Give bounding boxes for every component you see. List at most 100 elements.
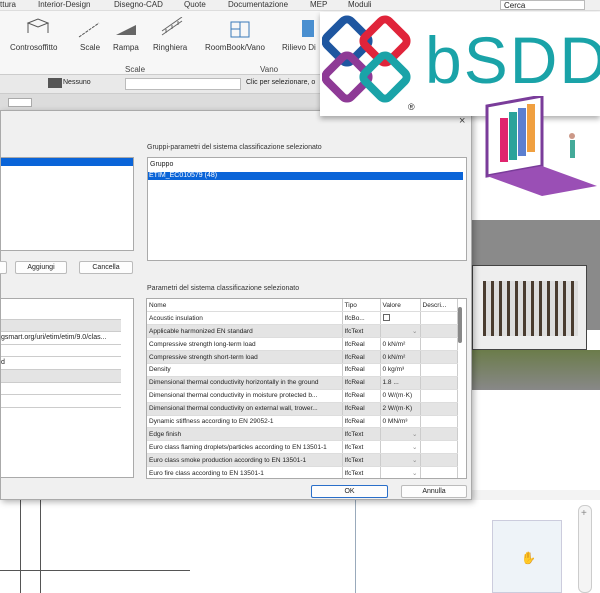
chevron-down-icon[interactable]: ⌄ (412, 456, 417, 464)
property-row[interactable]: d (1, 357, 121, 370)
param-description[interactable] (420, 311, 458, 326)
param-value[interactable]: 1.8 ... (380, 376, 421, 390)
param-value[interactable]: 0 kN/m² (380, 337, 421, 352)
add-button[interactable]: Aggiungi (15, 261, 67, 274)
menu-mep[interactable]: MEP (310, 0, 327, 9)
table-row[interactable]: Euro class flaming droplets/particles ac… (147, 440, 458, 455)
zoom-in-icon[interactable]: + (581, 508, 587, 519)
param-name[interactable]: Dynamic stiffness according to EN 29052-… (147, 415, 343, 429)
param-description[interactable] (420, 440, 458, 455)
param-type[interactable]: IfcText (342, 453, 381, 468)
classification-list[interactable] (0, 157, 134, 251)
param-type[interactable]: IfcReal (342, 376, 381, 390)
close-icon[interactable]: × (459, 115, 465, 127)
command-input[interactable] (125, 78, 241, 90)
chevron-down-icon[interactable]: ⌄ (412, 327, 417, 335)
ok-button[interactable]: OK (311, 485, 388, 498)
param-type[interactable]: IfcReal (342, 415, 381, 429)
chevron-down-icon[interactable]: ⌄ (412, 430, 417, 438)
table-row[interactable]: Dynamic stiffness according to EN 29052-… (147, 415, 458, 429)
scale-button[interactable]: Scale (80, 43, 100, 52)
groups-list[interactable]: Gruppo ETIM_EC010579 (48) (147, 157, 467, 261)
cad-plan-view[interactable]: ✋ + (0, 500, 600, 593)
partial-button[interactable] (0, 261, 7, 274)
selected-classification-row[interactable] (1, 158, 133, 166)
navigation-widget[interactable]: ✋ (492, 520, 562, 593)
param-name[interactable]: Compressive strength long-term load (147, 337, 343, 352)
layer-select[interactable]: Nessuno (63, 79, 91, 86)
param-name[interactable]: Edge finish (147, 427, 343, 442)
property-row[interactable] (1, 345, 121, 358)
param-type[interactable]: IfcBo... (342, 311, 381, 326)
pan-hand-icon[interactable]: ✋ (521, 551, 536, 565)
column-nome[interactable]: Nome (147, 299, 343, 313)
param-type[interactable]: IfcText (342, 324, 381, 339)
param-value[interactable]: 2 W/(m·K) (380, 402, 421, 416)
chevron-down-icon[interactable]: ⌄ (412, 469, 417, 477)
controsoffitto-button[interactable]: Controsoffitto (10, 43, 57, 52)
param-description[interactable] (420, 363, 458, 377)
table-row[interactable]: Compressive strength long-term load IfcRe… (147, 337, 458, 352)
param-type[interactable]: IfcReal (342, 363, 381, 377)
param-value[interactable]: ⌄ (380, 440, 421, 455)
param-name[interactable]: Euro class smoke production according to… (147, 453, 343, 468)
param-name[interactable]: Density (147, 363, 343, 377)
param-value[interactable] (380, 311, 421, 326)
property-row[interactable] (1, 395, 121, 408)
column-valore[interactable]: Valore (380, 299, 421, 313)
table-row[interactable]: Euro fire class according to EN 13501-1 I… (147, 466, 458, 478)
param-value[interactable]: 0 kN/m² (380, 350, 421, 364)
param-type[interactable]: IfcText (342, 440, 381, 455)
param-description[interactable] (420, 402, 458, 416)
param-value[interactable]: ⌄ (380, 324, 421, 339)
property-row[interactable] (1, 369, 121, 383)
table-row[interactable]: Edge finish IfcText ⌄ (147, 427, 458, 442)
param-description[interactable] (420, 415, 458, 429)
param-name[interactable]: Applicable harmonized EN standard (147, 324, 343, 339)
param-name[interactable]: Acoustic insulation (147, 311, 343, 326)
param-type[interactable]: IfcText (342, 466, 381, 478)
menu-interior-design[interactable]: Interior-Design (38, 0, 90, 9)
param-value[interactable]: ⌄ (380, 427, 421, 442)
param-description[interactable] (420, 453, 458, 468)
menu-disegno-cad[interactable]: Disegno-CAD (114, 0, 163, 9)
checkbox[interactable] (382, 313, 390, 321)
param-description[interactable] (420, 389, 458, 403)
table-row[interactable]: Compressive strength short-term load IfcR… (147, 350, 458, 364)
property-row[interactable] (1, 383, 121, 396)
table-row[interactable]: Euro class smoke production according to… (147, 453, 458, 468)
param-type[interactable]: IfcReal (342, 337, 381, 352)
roombook-button[interactable]: RoomBook/Vano (205, 43, 265, 52)
search-input[interactable]: Cerca (500, 0, 585, 10)
group-row-selected[interactable]: ETIM_EC010579 (48) (148, 172, 463, 180)
param-description[interactable] (420, 376, 458, 390)
zoom-slider[interactable]: + (578, 505, 592, 593)
param-value[interactable]: ⌄ (380, 466, 421, 478)
table-row[interactable]: Acoustic insulation IfcBo... (147, 311, 458, 326)
param-description[interactable] (420, 466, 458, 478)
table-row[interactable]: Dimensional thermal conductivity on exte… (147, 402, 458, 416)
table-row[interactable]: Dimensional thermal conductivity in mois… (147, 389, 458, 403)
table-row[interactable]: Dimensional thermal conductivity horizon… (147, 376, 458, 390)
param-type[interactable]: IfcReal (342, 350, 381, 364)
scrollbar-thumb[interactable] (458, 307, 462, 343)
param-type[interactable]: IfcReal (342, 402, 381, 416)
param-name[interactable]: Dimensional thermal conductivity in mois… (147, 389, 343, 403)
param-name[interactable]: Dimensional thermal conductivity on exte… (147, 402, 343, 416)
param-value[interactable]: 0 MN/m³ (380, 415, 421, 429)
param-type[interactable]: IfcReal (342, 389, 381, 403)
drawing-tab[interactable] (8, 98, 32, 107)
param-name[interactable]: Compressive strength short-term load (147, 350, 343, 364)
column-tipo[interactable]: Tipo (342, 299, 381, 313)
param-name[interactable]: Euro fire class according to EN 13501-1 (147, 466, 343, 478)
rilievo-button[interactable]: Rilievo Di (282, 43, 316, 52)
menu-architettura[interactable]: ttura (0, 0, 16, 9)
property-row[interactable] (1, 307, 121, 320)
annulla-button[interactable]: Annulla (401, 485, 467, 498)
param-type[interactable]: IfcText (342, 427, 381, 442)
cancel-classification-button[interactable]: Cancella (79, 261, 133, 274)
param-description[interactable] (420, 324, 458, 339)
ringhiera-button[interactable]: Ringhiera (153, 43, 187, 52)
table-row[interactable]: Density IfcReal 0 kg/m³ (147, 363, 458, 377)
menu-documentazione[interactable]: Documentazione (228, 0, 288, 9)
